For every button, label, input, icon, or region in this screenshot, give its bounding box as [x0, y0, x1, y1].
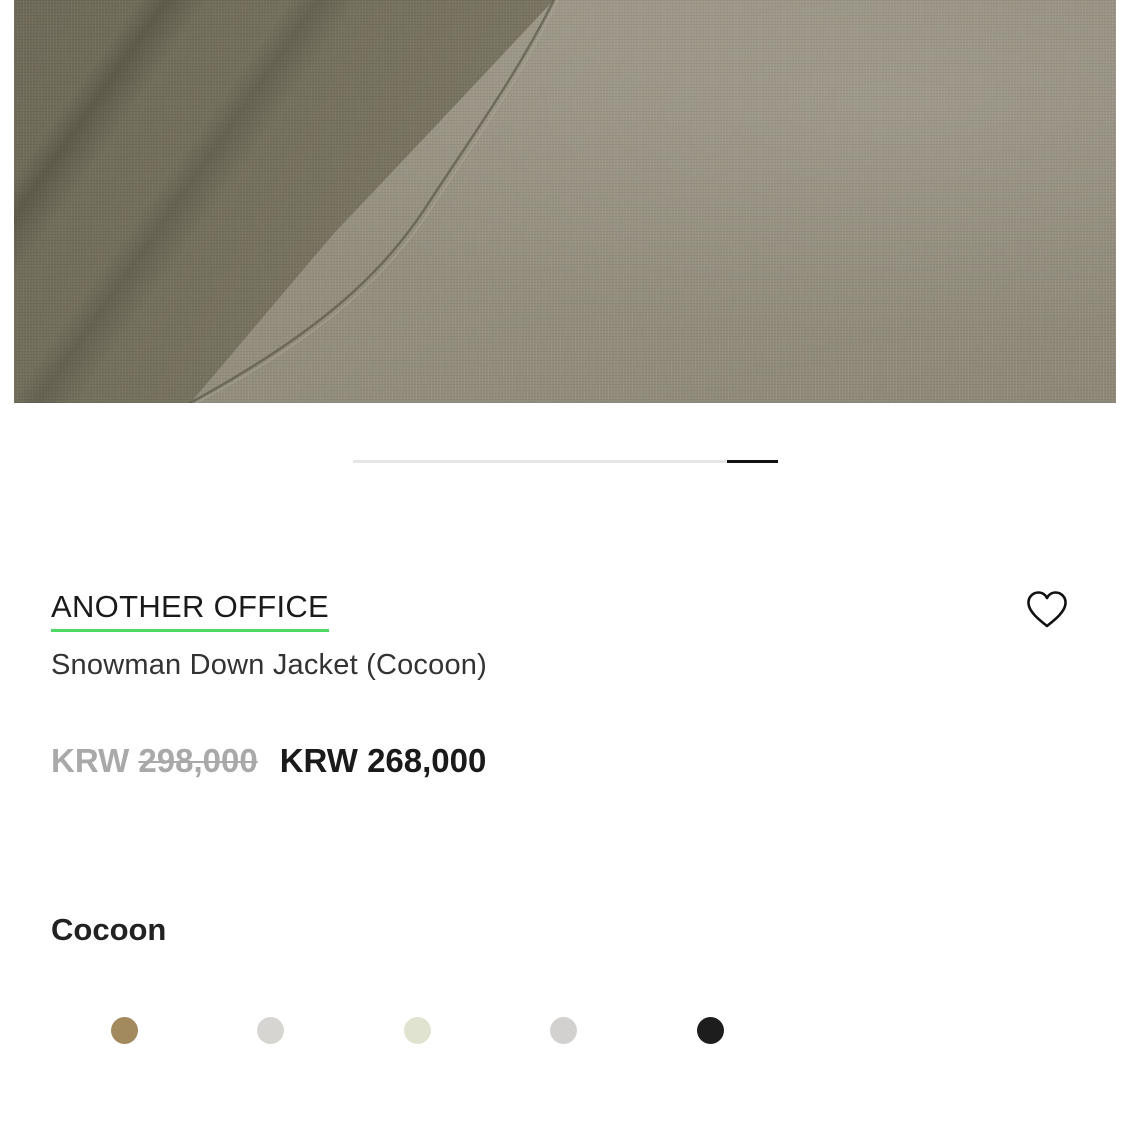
swatch-dot — [696, 1016, 724, 1044]
product-page: ANOTHER OFFICE Snowman Down Jacket (Coco… — [0, 0, 1131, 1131]
selected-color-label: Cocoon — [51, 912, 167, 947]
fabric-seam — [189, 0, 559, 403]
original-price-currency: KRW — [51, 742, 130, 779]
price-row: KRW 298,000 KRW 268,000 — [51, 741, 486, 781]
original-price-amount: 298,000 — [138, 742, 258, 779]
color-swatch[interactable] — [242, 1002, 298, 1058]
color-swatch[interactable] — [96, 1002, 152, 1058]
color-swatch-list — [0, 1002, 1131, 1058]
carousel-progress-thumb — [727, 460, 778, 463]
swatch-dot — [403, 1016, 431, 1044]
original-price: KRW 298,000 — [51, 741, 258, 781]
wishlist-button[interactable] — [1024, 587, 1070, 633]
swatch-dot — [549, 1016, 577, 1044]
color-swatch[interactable] — [389, 1002, 445, 1058]
sale-price: KRW 268,000 — [279, 742, 487, 779]
product-image[interactable] — [14, 0, 1116, 403]
color-swatch[interactable] — [535, 1002, 591, 1058]
product-name: Snowman Down Jacket (Cocoon) — [51, 649, 487, 681]
carousel-progress[interactable] — [353, 460, 778, 463]
heart-icon — [1027, 591, 1067, 628]
color-swatch[interactable] — [682, 1002, 738, 1058]
brand-link[interactable]: ANOTHER OFFICE — [51, 588, 330, 632]
swatch-dot — [256, 1016, 284, 1044]
swatch-dot — [110, 1016, 138, 1044]
